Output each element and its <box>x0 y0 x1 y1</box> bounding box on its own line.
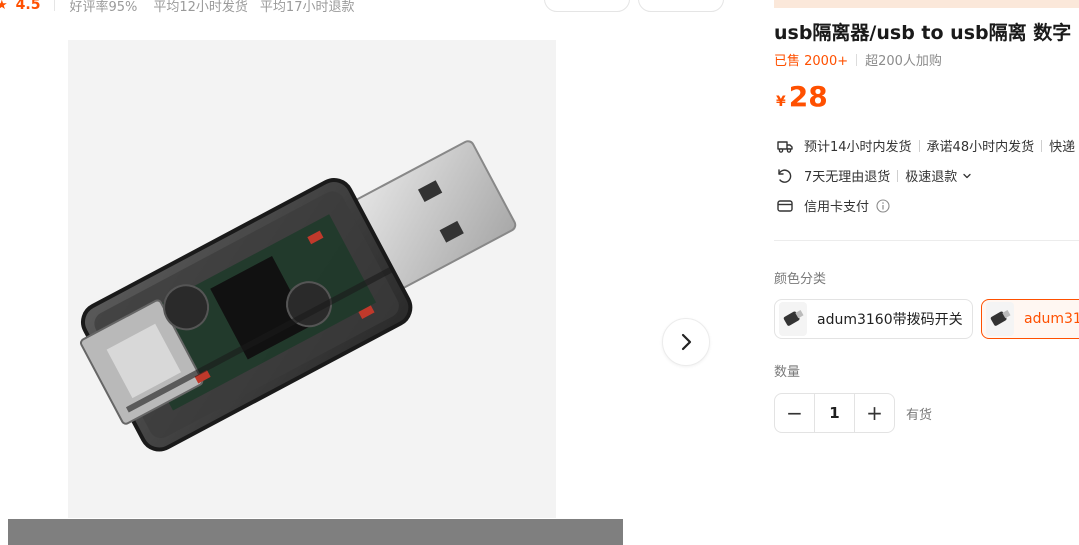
info-icon[interactable] <box>876 198 890 213</box>
variant-option[interactable]: adum3160带拨码开关 <box>774 299 973 339</box>
chevron-down-icon <box>962 171 972 181</box>
promo-banner-edge <box>774 0 1079 8</box>
usb-isolator-illustration <box>79 140 517 452</box>
product-title: usb隔离器/usb to usb隔离 数字 ( <box>774 22 1079 44</box>
variant-label: adum3160 <box>1024 311 1079 327</box>
cart-count: 超200人加购 <box>865 54 942 69</box>
variant-thumbnail <box>986 302 1014 336</box>
main-product-image[interactable] <box>68 40 556 518</box>
variant-option-selected[interactable]: adum3160 <box>981 299 1079 339</box>
avg-refund-time: 平均17小时退款 <box>259 0 355 15</box>
credit-card-icon <box>776 197 794 215</box>
price-value: 28 <box>788 80 828 113</box>
return-policy: 7天无理由退货 <box>804 170 891 185</box>
fast-refund: 极速退款 <box>905 170 958 185</box>
quantity-stepper[interactable]: − 1 + <box>774 393 895 433</box>
divider <box>918 139 920 152</box>
thumbnail-strip <box>8 519 623 545</box>
variant-label: adum3160带拨码开关 <box>817 312 963 328</box>
top-action-button[interactable] <box>638 0 724 12</box>
currency-symbol: ¥ <box>776 94 786 110</box>
sold-count: 已售 2000+ <box>774 54 849 69</box>
ship-more: 快递 <box>1049 140 1076 155</box>
next-image-button[interactable] <box>662 318 710 366</box>
rating-strip: ★ 4.5 好评率95% 平均12小时发货 平均17小时退款 <box>0 0 354 16</box>
truck-icon <box>776 137 794 155</box>
ship-estimate: 预计14小时内发货 <box>804 140 912 155</box>
star-icon: ★ <box>0 0 8 13</box>
sales-row: 已售 2000+ 超200人加购 <box>774 50 942 69</box>
increment-button[interactable]: + <box>855 394 894 432</box>
avg-ship-time: 平均12小时发货 <box>153 0 248 15</box>
quantity-label: 数量 <box>774 365 801 380</box>
divider <box>856 53 858 66</box>
product-page: ★ 4.5 好评率95% 平均12小时发货 平均17小时退款 usb隔离器/us… <box>0 0 1079 545</box>
divider <box>1041 139 1043 152</box>
variant-thumbnail <box>779 302 807 336</box>
return-icon <box>776 167 794 185</box>
ship-promise: 承诺48小时内发货 <box>926 140 1035 155</box>
chevron-right-icon <box>679 333 693 351</box>
good-rate: 好评率95% <box>69 0 138 15</box>
payment-row: 信用卡支付 <box>776 196 890 215</box>
quantity-value[interactable]: 1 <box>814 394 855 432</box>
top-action-button[interactable] <box>544 0 630 12</box>
rating-score: 4.5 <box>15 0 41 13</box>
divider <box>54 0 56 11</box>
divider <box>897 169 899 182</box>
shipping-row: 预计14小时内发货 承诺48小时内发货 快递 <box>776 136 1075 155</box>
credit-card-label: 信用卡支付 <box>804 200 870 215</box>
decrement-button[interactable]: − <box>775 394 814 432</box>
price: ¥28 <box>776 80 828 113</box>
return-row[interactable]: 7天无理由退货 极速退款 <box>776 166 972 185</box>
color-section-label: 颜色分类 <box>774 272 827 287</box>
stock-status: 有货 <box>906 408 933 423</box>
section-divider <box>774 240 1079 241</box>
